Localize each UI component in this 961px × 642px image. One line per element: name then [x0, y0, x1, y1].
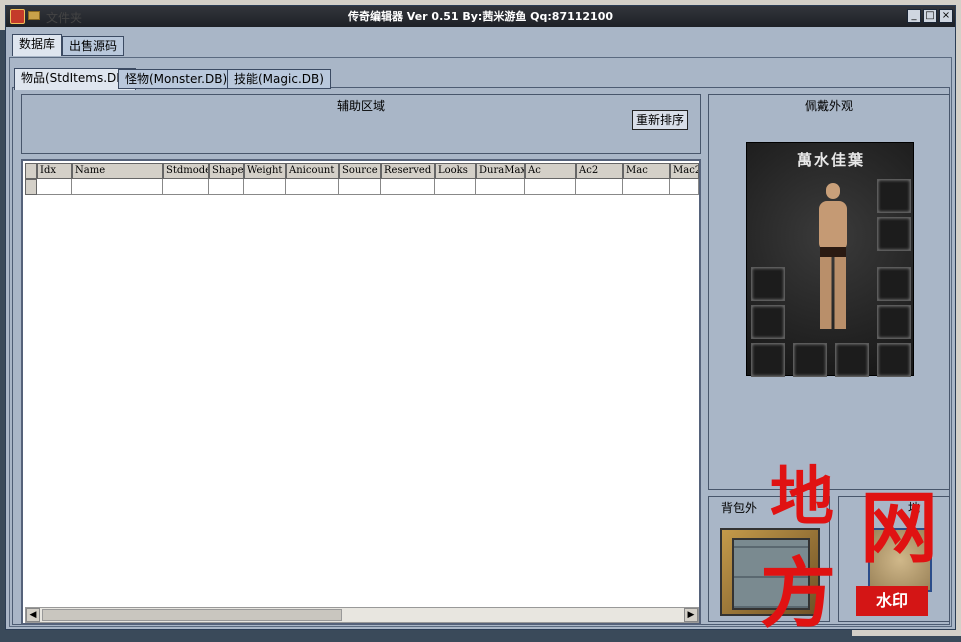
reorder-button[interactable]: 重新排序 [632, 110, 688, 130]
grid-cell[interactable] [670, 179, 699, 195]
column-header-source[interactable]: Source [339, 163, 381, 179]
ground-title: 地 [907, 501, 920, 515]
grid-cell[interactable] [381, 179, 435, 195]
gem-slot-icon [877, 343, 911, 377]
minimize-button[interactable]: _ [907, 9, 921, 23]
bag-window-icon [732, 538, 810, 610]
character-head [826, 183, 840, 199]
column-header-stdmode[interactable]: Stdmode [163, 163, 209, 179]
app-window: 传奇编辑器 Ver 0.51 By:茜米游鱼 Qq:87112100 _ □ ×… [5, 5, 956, 630]
grid-cell[interactable] [72, 179, 163, 195]
bracelet-right-slot-icon [877, 267, 911, 301]
medal-slot-icon [877, 217, 911, 251]
horizontal-scrollbar[interactable]: ◀ ▶ [25, 607, 699, 623]
grid-cell[interactable] [525, 179, 576, 195]
column-header-duramax[interactable]: DuraMax [476, 163, 525, 179]
column-header-idx[interactable]: Idx [37, 163, 72, 179]
tab-magic[interactable]: 技能(Magic.DB) [227, 69, 331, 89]
bag-preview-image [720, 528, 820, 616]
grid-cell[interactable] [209, 179, 244, 195]
tab-sell-source[interactable]: 出售源码 [62, 36, 125, 56]
tab-monster[interactable]: 怪物(Monster.DB) [118, 69, 235, 89]
column-header-weight[interactable]: Weight [244, 163, 286, 179]
wear-title: 佩戴外观 [804, 99, 853, 113]
folder-icon [28, 11, 40, 20]
column-header-name[interactable]: Name [72, 163, 163, 179]
title-bar[interactable]: 传奇编辑器 Ver 0.51 By:茜米游鱼 Qq:87112100 _ □ × [6, 6, 955, 27]
column-header-shape[interactable]: Shape [209, 163, 244, 179]
grid-cell[interactable] [163, 179, 209, 195]
host-folder-label[interactable]: 文件夹 [46, 9, 82, 26]
charm-slot-icon [835, 343, 869, 377]
ground-preview-image [868, 528, 932, 592]
maximize-button[interactable]: □ [923, 9, 937, 23]
close-button[interactable]: × [939, 9, 953, 23]
helper-title: 辅助区域 [336, 99, 385, 113]
grid-corner [25, 163, 37, 179]
column-header-reserved[interactable]: Reserved [381, 163, 435, 179]
grid-cell[interactable] [476, 179, 525, 195]
grid-cell[interactable] [623, 179, 670, 195]
grid-cell[interactable] [286, 179, 339, 195]
belt-slot-icon [793, 343, 827, 377]
grid-cell[interactable] [435, 179, 476, 195]
necklace-slot-icon [877, 179, 911, 213]
grid-header: Idx Name Stdmode Shape Weight Anicount S… [23, 163, 703, 179]
row-indicator[interactable] [25, 179, 37, 195]
grid-cell[interactable] [576, 179, 623, 195]
column-header-mac[interactable]: Mac [623, 163, 670, 179]
character-shorts [820, 247, 846, 257]
scroll-thumb[interactable] [42, 609, 342, 621]
bracelet-left-slot-icon [751, 267, 785, 301]
character-preview: 萬水佳葉 [746, 142, 914, 377]
grid-cell[interactable] [339, 179, 381, 195]
helper-group: 辅助区域 [21, 94, 701, 154]
game-logo: 萬水佳葉 [796, 151, 865, 169]
items-grid[interactable]: Idx Name Stdmode Shape Weight Anicount S… [21, 159, 701, 625]
tab-database[interactable]: 数据库 [12, 34, 63, 56]
grid-cell[interactable] [244, 179, 286, 195]
ring-left-slot-icon [751, 305, 785, 339]
boots-slot-icon [751, 343, 785, 377]
column-header-mac2[interactable]: Mac2 [670, 163, 699, 179]
scroll-right-icon[interactable]: ▶ [684, 608, 698, 622]
window-title: 传奇编辑器 Ver 0.51 By:茜米游鱼 Qq:87112100 [347, 10, 614, 23]
grid-cell[interactable] [37, 179, 72, 195]
column-header-ac2[interactable]: Ac2 [576, 163, 623, 179]
column-header-ac[interactable]: Ac [525, 163, 576, 179]
character-body [819, 201, 847, 251]
bag-title: 背包外 [720, 501, 757, 515]
ring-right-slot-icon [877, 305, 911, 339]
column-header-looks[interactable]: Looks [435, 163, 476, 179]
scroll-left-icon[interactable]: ◀ [26, 608, 40, 622]
column-header-anicount[interactable]: Anicount [286, 163, 339, 179]
character-legs [820, 251, 846, 329]
